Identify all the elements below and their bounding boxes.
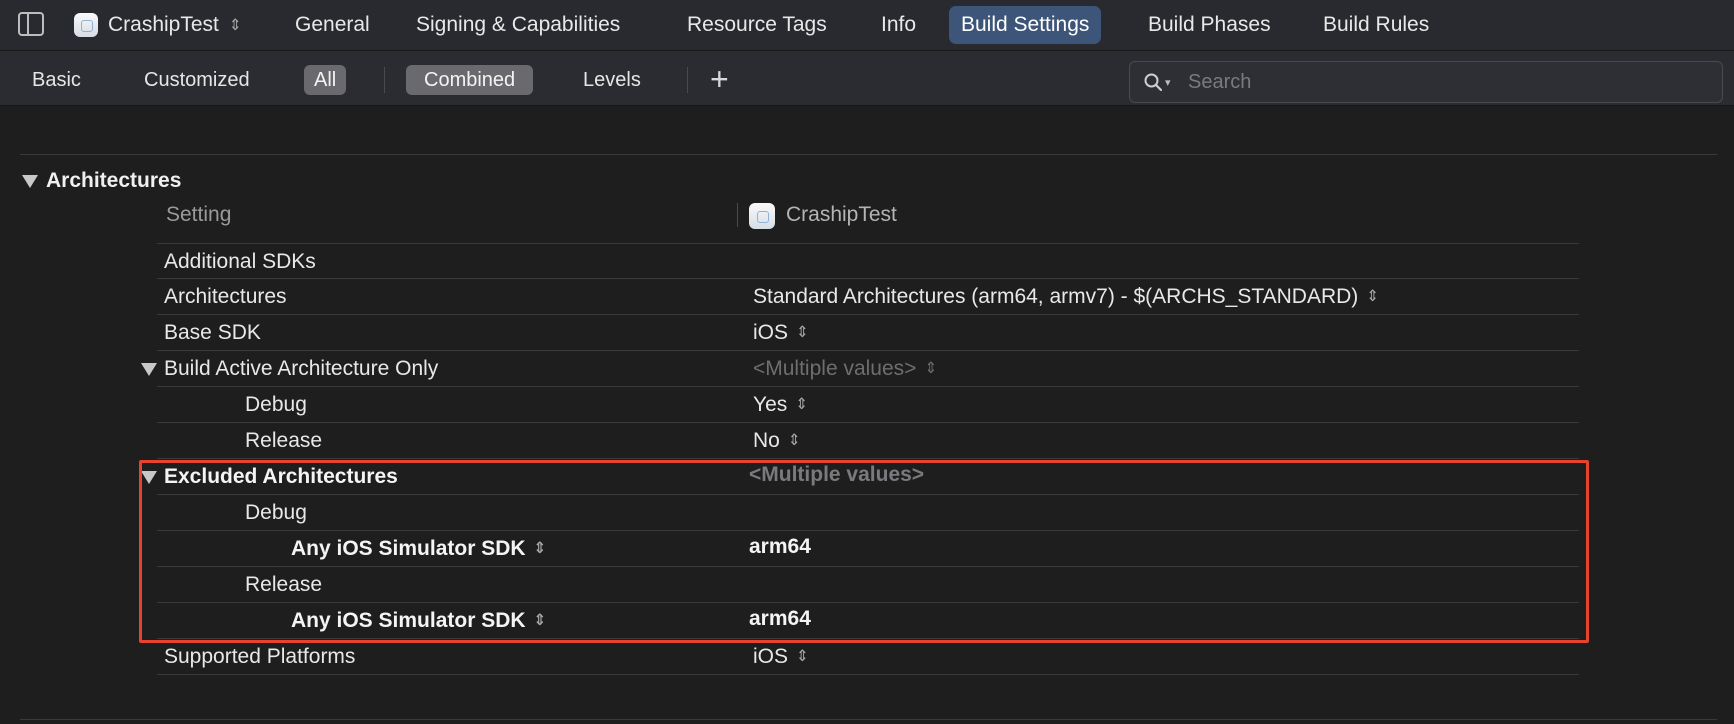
filter-divider	[687, 67, 688, 93]
updown-chevron-icon: ⇕	[228, 16, 242, 34]
setting-label: Additional SDKs	[164, 250, 316, 273]
filter-all-button[interactable]: All	[304, 65, 347, 95]
target-column-icon	[749, 203, 775, 229]
editor-tab-bar: CrashipTest ⇕ General Signing & Capabili…	[0, 0, 1734, 50]
build-settings-table: Architectures Setting CrashipTest Additi…	[0, 107, 1734, 724]
setting-row-release[interactable]: Release No ⇕	[157, 423, 1579, 459]
setting-row-excluded-architectures[interactable]: Excluded Architectures <Multiple values>	[141, 457, 1579, 495]
setting-value[interactable]: arm64	[749, 601, 811, 636]
app-target-icon	[74, 13, 98, 37]
setting-value: iOS	[753, 321, 789, 344]
setting-label: Build Active Architecture Only	[164, 357, 439, 380]
column-header-setting: Setting	[166, 203, 232, 226]
condition-popup[interactable]: Any iOS Simulator SDK ⇕	[291, 531, 546, 566]
view-combined-button[interactable]: Combined	[406, 65, 534, 95]
tab-build-phases[interactable]: Build Phases	[1136, 6, 1283, 44]
tab-build-settings[interactable]: Build Settings	[949, 6, 1102, 44]
view-levels-button[interactable]: Levels	[573, 65, 651, 95]
setting-value-popup[interactable]: No ⇕	[753, 423, 800, 458]
setting-label: Debug	[245, 501, 307, 524]
disclosure-triangle-icon[interactable]	[22, 174, 38, 188]
setting-value: iOS	[753, 645, 789, 668]
setting-row-any-ios-simulator-sdk[interactable]: Any iOS Simulator SDK ⇕ arm64	[157, 603, 1579, 639]
setting-value[interactable]: arm64	[749, 529, 811, 564]
tab-build-rules[interactable]: Build Rules	[1311, 6, 1441, 44]
setting-row-additional-sdks[interactable]: Additional SDKs	[157, 243, 1579, 279]
updown-chevron-icon: ⇕	[796, 647, 809, 666]
search-options-chevron-icon[interactable]: ▾	[1165, 76, 1171, 89]
updown-chevron-icon: ⇕	[533, 539, 547, 558]
setting-value-popup[interactable]: Standard Architectures (arm64, armv7) - …	[753, 279, 1379, 314]
setting-value-popup[interactable]: iOS ⇕	[753, 639, 809, 674]
setting-label: Base SDK	[164, 321, 261, 344]
tab-signing-capabilities[interactable]: Signing & Capabilities	[404, 6, 632, 44]
target-selector[interactable]: CrashipTest ⇕	[74, 10, 241, 40]
sidebar-toggle-icon[interactable]	[18, 12, 44, 36]
search-field[interactable]: ▾	[1129, 61, 1723, 103]
setting-label: Excluded Architectures	[164, 465, 398, 488]
search-icon	[1144, 73, 1162, 91]
updown-chevron-icon: ⇕	[924, 359, 938, 378]
search-input[interactable]	[1188, 67, 1708, 97]
setting-label: Supported Platforms	[164, 645, 356, 668]
filter-divider	[384, 67, 385, 93]
disclosure-triangle-icon[interactable]	[141, 471, 157, 484]
setting-value-popup[interactable]: iOS ⇕	[753, 315, 809, 350]
setting-row-build-active-arch-only[interactable]: Build Active Architecture Only <Multiple…	[141, 351, 1579, 387]
tab-info[interactable]: Info	[869, 6, 928, 44]
updown-chevron-icon: ⇕	[787, 431, 801, 450]
setting-row-debug[interactable]: Debug Yes ⇕	[157, 387, 1579, 423]
filter-customized-button[interactable]: Customized	[134, 65, 260, 95]
setting-label: Release	[245, 429, 323, 452]
updown-chevron-icon: ⇕	[1366, 287, 1379, 306]
tab-general[interactable]: General	[283, 6, 382, 44]
column-header-target: CrashipTest	[786, 203, 897, 226]
setting-value-popup[interactable]: <Multiple values> ⇕	[753, 351, 937, 386]
setting-row-release[interactable]: Release	[157, 567, 1579, 603]
disclosure-triangle-icon[interactable]	[141, 363, 157, 376]
add-setting-button[interactable]: +	[710, 62, 729, 96]
section-header-architectures[interactable]: Architectures	[22, 167, 181, 195]
setting-value-popup[interactable]: Yes ⇕	[753, 387, 808, 422]
setting-label: Release	[245, 573, 323, 596]
setting-row-base-sdk[interactable]: Base SDK iOS ⇕	[157, 315, 1579, 351]
setting-value: No	[753, 429, 780, 452]
filter-basic-button[interactable]: Basic	[22, 65, 91, 95]
setting-label: Debug	[245, 393, 307, 416]
setting-value: Standard Architectures (arm64, armv7) - …	[753, 285, 1359, 308]
updown-chevron-icon: ⇕	[533, 611, 547, 630]
updown-chevron-icon: ⇕	[796, 323, 809, 342]
condition-popup[interactable]: Any iOS Simulator SDK ⇕	[291, 603, 546, 638]
setting-value: Yes	[753, 393, 788, 416]
setting-row-any-ios-simulator-sdk[interactable]: Any iOS Simulator SDK ⇕ arm64	[157, 531, 1579, 567]
target-name: CrashipTest	[108, 13, 219, 36]
setting-label: Any iOS Simulator SDK	[291, 609, 526, 632]
column-divider	[737, 203, 738, 227]
build-settings-filter-bar: Basic Customized All Combined Levels + ▾	[0, 50, 1734, 106]
setting-label: Architectures	[164, 285, 287, 308]
setting-value: <Multiple values>	[753, 357, 917, 380]
section-divider	[20, 719, 1717, 720]
setting-row-supported-platforms[interactable]: Supported Platforms iOS ⇕	[157, 639, 1579, 675]
setting-row-debug[interactable]: Debug	[157, 495, 1579, 531]
tab-resource-tags[interactable]: Resource Tags	[675, 6, 839, 44]
section-divider	[20, 154, 1717, 155]
section-title: Architectures	[46, 169, 182, 192]
setting-row-architectures[interactable]: Architectures Standard Architectures (ar…	[157, 279, 1579, 315]
updown-chevron-icon: ⇕	[795, 395, 808, 414]
setting-label: Any iOS Simulator SDK	[291, 537, 526, 560]
setting-value[interactable]: <Multiple values>	[749, 457, 924, 492]
